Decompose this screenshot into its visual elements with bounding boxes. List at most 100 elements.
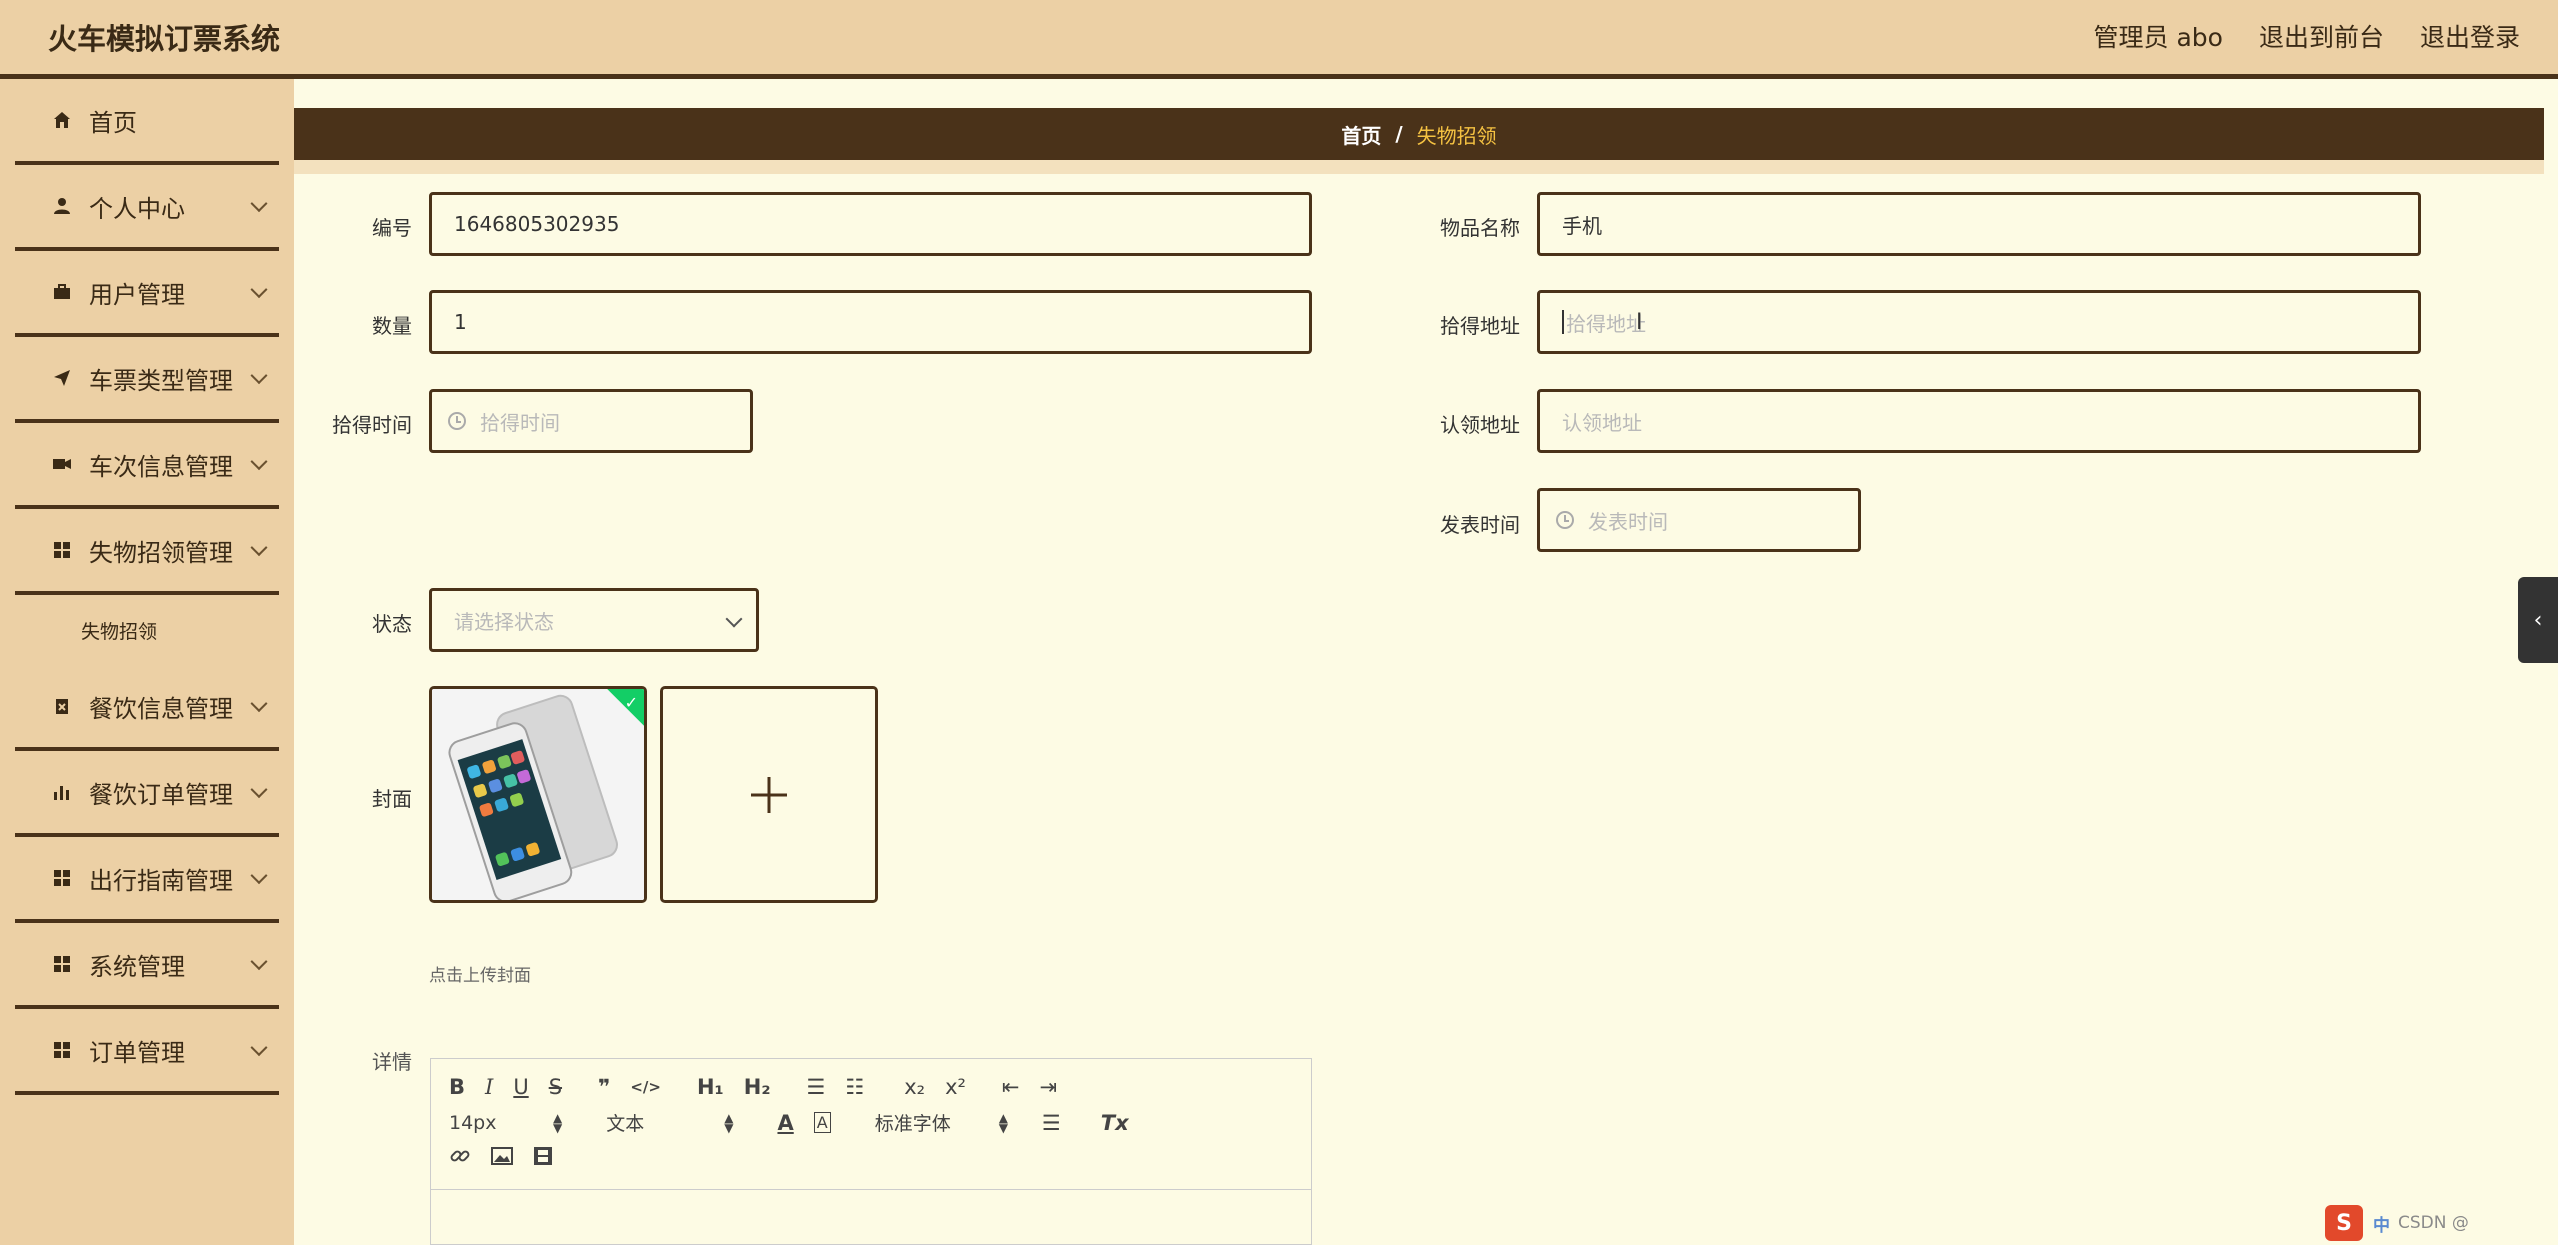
breadcrumb-current: 失物招领 xyxy=(1416,123,1497,148)
paragraph-format-select[interactable]: 文本 ▲ ▼ xyxy=(606,1109,733,1136)
item-name-field[interactable]: 手机 xyxy=(1537,192,2421,256)
sidebar-item-user-management[interactable]: 用户管理 xyxy=(15,251,279,337)
briefcase-icon xyxy=(51,281,73,303)
system-tray: S 中 CSDN @ xyxy=(2325,1203,2469,1243)
sidebar-subitem-lost-found[interactable]: 失物招领 xyxy=(15,595,279,665)
content-top-strip xyxy=(294,79,2544,108)
sidebar-item-order-management[interactable]: 订单管理 xyxy=(15,1009,279,1095)
found-time-picker[interactable]: 拾得时间 xyxy=(429,389,753,453)
app-title: 火车模拟订票系统 xyxy=(48,22,281,56)
blockquote-button[interactable]: ❞ xyxy=(598,1075,610,1099)
breadcrumb-home[interactable]: 首页 xyxy=(1341,120,1381,149)
bullet-list-button[interactable]: ☷ xyxy=(845,1075,864,1099)
clock-icon xyxy=(448,412,466,430)
sidebar-item-catering-order-management[interactable]: 餐饮订单管理 xyxy=(15,751,279,837)
sidebar-item-label: 餐饮信息管理 xyxy=(89,694,233,723)
sidebar-item-label: 失物招领管理 xyxy=(89,538,233,567)
link-icon[interactable] xyxy=(449,1145,471,1172)
status-placeholder: 请选择状态 xyxy=(454,609,554,634)
status-select[interactable]: 请选择状态 xyxy=(429,588,759,652)
sidebar-item-system-management[interactable]: 系统管理 xyxy=(15,923,279,1009)
rich-text-editor[interactable]: B I U S ❞ </> H₁ H₂ ☰ ☷ x₂ x² ⇤ ⇥ 14px ▲… xyxy=(430,1058,1312,1245)
sidebar-item-label: 订单管理 xyxy=(89,1038,185,1067)
user-icon xyxy=(51,195,73,217)
sidebar-item-personal-center[interactable]: 个人中心 xyxy=(15,165,279,251)
cover-thumbnail[interactable]: ✓ xyxy=(429,686,647,903)
strike-button[interactable]: S xyxy=(549,1075,562,1099)
clock-icon xyxy=(1556,511,1574,529)
item-name-label: 物品名称 xyxy=(1440,216,1520,240)
align-button[interactable]: ☰ xyxy=(1042,1111,1061,1135)
quantity-field[interactable]: 1 xyxy=(429,290,1312,354)
breadcrumb: 首页 / 失物招领 xyxy=(294,108,2544,160)
number-value: 1646805302935 xyxy=(454,212,620,236)
sidebar-item-label: 首页 xyxy=(89,108,137,137)
found-time-placeholder: 拾得时间 xyxy=(480,410,560,435)
ordered-list-button[interactable]: ☰ xyxy=(807,1075,826,1099)
sidebar-item-lost-found-management[interactable]: 失物招领管理 xyxy=(15,509,279,595)
status-label: 状态 xyxy=(372,612,412,636)
bold-button[interactable]: B xyxy=(449,1075,465,1099)
image-icon[interactable] xyxy=(491,1146,513,1171)
watermark-text: CSDN @ xyxy=(2398,1213,2469,1233)
code-block-button[interactable]: </> xyxy=(630,1078,661,1096)
sidebar-item-ticket-type-management[interactable]: 车票类型管理 xyxy=(15,337,279,423)
select-arrows-icon: ▲ ▼ xyxy=(998,1110,1008,1135)
editor-toolbar-row-1: B I U S ❞ </> H₁ H₂ ☰ ☷ x₂ x² ⇤ ⇥ xyxy=(449,1075,1077,1099)
found-address-input[interactable]: 拾得地址 I xyxy=(1537,290,2421,354)
chevron-down-icon xyxy=(250,781,268,799)
grid-icon xyxy=(51,867,73,889)
font-family-value: 标准字体 xyxy=(874,1113,951,1135)
h1-button[interactable]: H₁ xyxy=(697,1075,724,1099)
detail-label: 详情 xyxy=(372,1050,412,1074)
publish-time-picker[interactable]: 发表时间 xyxy=(1537,488,1861,552)
font-family-select[interactable]: 标准字体 ▲ ▼ xyxy=(875,1109,1008,1136)
bar-chart-icon xyxy=(51,781,73,803)
subscript-button[interactable]: x₂ xyxy=(904,1075,925,1099)
breadcrumb-separator: / xyxy=(1395,122,1403,146)
sidebar-item-label: 用户管理 xyxy=(89,280,185,309)
logout-link[interactable]: 退出登录 xyxy=(2420,18,2520,54)
sidebar-item-travel-guide-management[interactable]: 出行指南管理 xyxy=(15,837,279,923)
video-icon[interactable] xyxy=(533,1146,553,1171)
underline-button[interactable]: U xyxy=(513,1075,528,1099)
h2-button[interactable]: H₂ xyxy=(744,1075,771,1099)
ticket-icon xyxy=(51,453,73,475)
chevron-down-icon xyxy=(250,539,268,557)
home-icon xyxy=(51,109,73,131)
sidebar-item-train-info-management[interactable]: 车次信息管理 xyxy=(15,423,279,509)
chevron-left-icon[interactable]: ‹ xyxy=(2518,577,2558,663)
background-color-button[interactable]: A xyxy=(813,1112,831,1133)
exit-to-frontend-link[interactable]: 退出到前台 xyxy=(2259,18,2384,54)
indent-button[interactable]: ⇥ xyxy=(1040,1075,1058,1099)
chevron-down-icon xyxy=(250,953,268,971)
ibeam-cursor-icon: I xyxy=(1636,309,1643,335)
chevron-down-icon xyxy=(250,453,268,471)
ime-language[interactable]: 中 xyxy=(2373,1211,2390,1236)
chevron-down-icon xyxy=(250,867,268,885)
upload-add-button[interactable] xyxy=(660,686,878,903)
font-size-select[interactable]: 14px ▲ ▼ xyxy=(449,1112,562,1134)
clear-format-button[interactable]: Tx xyxy=(1101,1111,1129,1135)
publish-time-placeholder: 发表时间 xyxy=(1588,509,1668,534)
font-size-value: 14px xyxy=(449,1111,497,1134)
superscript-button[interactable]: x² xyxy=(945,1075,966,1099)
claim-address-input[interactable]: 认领地址 xyxy=(1537,389,2421,453)
found-time-label: 拾得时间 xyxy=(332,413,412,437)
content-band xyxy=(294,160,2544,174)
sidebar-item-label: 出行指南管理 xyxy=(89,866,233,895)
sidebar-item-catering-info-management[interactable]: 餐饮信息管理 xyxy=(15,665,279,751)
phone-image xyxy=(432,689,644,900)
sogou-ime-icon: S xyxy=(2325,1205,2363,1241)
sidebar: 首页 个人中心 用户管理 车票类型管理 车次信息管理 失物招领管理 失物招领 餐… xyxy=(0,79,294,1245)
number-field[interactable]: 1646805302935 xyxy=(429,192,1312,256)
editor-toolbar-row-2: 14px ▲ ▼ 文本 ▲ ▼ A A 标准字体 ▲ ▼ ☰ Tx xyxy=(449,1109,1149,1136)
italic-button[interactable]: I xyxy=(485,1075,493,1099)
outdent-button[interactable]: ⇤ xyxy=(1002,1075,1020,1099)
chevron-down-icon xyxy=(250,695,268,713)
chevron-down-icon xyxy=(250,367,268,385)
text-caret xyxy=(1562,310,1564,334)
text-color-button[interactable]: A xyxy=(777,1111,793,1135)
sidebar-item-home[interactable]: 首页 xyxy=(15,79,279,165)
check-icon: ✓ xyxy=(624,693,638,712)
